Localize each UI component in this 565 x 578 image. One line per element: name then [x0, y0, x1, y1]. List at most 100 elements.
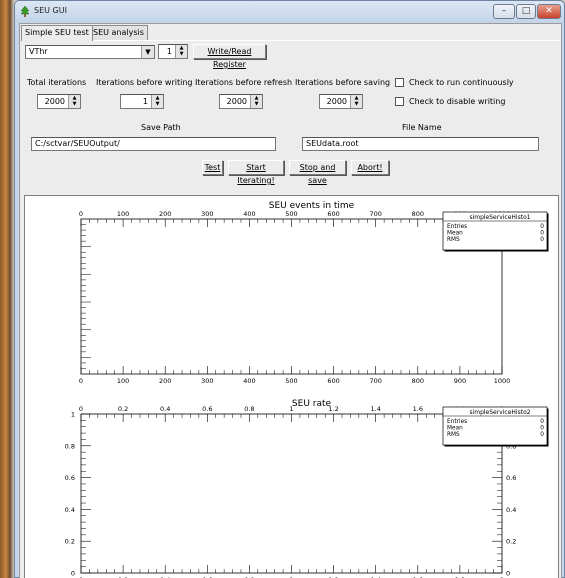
x-tick-label-top: 400	[243, 210, 255, 218]
y-tick-label: 0	[71, 570, 75, 578]
stats-row-value: 0	[540, 419, 544, 425]
stats-box: simpleServiceHisto2Entries 0 Mean 0 RMS 0	[442, 406, 549, 447]
y-tick-label: 0.2	[65, 538, 75, 546]
x-tick-label: 100	[117, 377, 129, 385]
y-tick-label: 0.4	[65, 506, 75, 514]
app-window: SEU GUI – □ ✕ Simple SEU test SEU analys…	[14, 0, 565, 578]
histogram-2: SEU rate000.20.20.40.40.60.60.80.8111.21…	[65, 399, 549, 578]
histogram-canvas: SEU events in time0010010020020030030040…	[65, 201, 549, 578]
y-tick-label-right: 0.2	[506, 538, 516, 546]
register-spin[interactable]: 1 ▲ ▼	[158, 44, 188, 59]
x-tick-label-top: 0	[79, 210, 83, 218]
x-tick-label-top: 1	[289, 405, 293, 413]
root-canvas[interactable]: SEU events in time 0 0 100 100 200 200 300 300 40…	[24, 195, 559, 578]
x-tick-label-top: 100	[117, 210, 129, 218]
stats-row-value: 0	[540, 426, 544, 432]
total-iterations-label: Total iterations	[27, 78, 87, 87]
iter-before-saving-spin[interactable]: 2000 ▲ ▼	[319, 94, 363, 109]
x-tick-label: 600	[327, 377, 339, 385]
register-spin-value: 1	[166, 47, 172, 56]
x-tick-label-top: 1.2	[328, 405, 338, 413]
histogram-frame	[80, 218, 503, 375]
x-tick-label: 400	[243, 377, 255, 385]
histogram-title: SEU events in time	[269, 201, 355, 211]
run-continuously-checkbox[interactable]	[395, 78, 404, 87]
x-tick-label: 200	[159, 377, 171, 385]
stats-row-label: Mean	[447, 231, 463, 237]
test-button[interactable]: Test	[202, 160, 223, 175]
stats-row-label: Mean	[447, 426, 463, 432]
iter-before-writing-label: Iterations before writing	[96, 78, 193, 87]
stats-row-label: RMS	[447, 237, 460, 243]
x-tick-label-top: 800	[412, 210, 424, 218]
x-tick-label-top: 600	[327, 210, 339, 218]
y-tick-label-right: 0.6	[506, 474, 516, 482]
x-tick-label-top: 1.4	[371, 405, 381, 413]
y-tick-label-right: 0	[506, 570, 510, 578]
stats-row-value: 0	[540, 432, 544, 438]
stats-row-label: RMS	[447, 432, 460, 438]
y-tick-label: 1	[71, 411, 75, 419]
simple-seu-test-panel: VThr ▼ 1 ▲ ▼ Write/Read Register Total it…	[21, 40, 560, 578]
x-tick-label-top: 0.6	[202, 405, 212, 413]
save-path-label: Save Path	[141, 123, 181, 132]
client-area: Simple SEU test SEU analysis VThr ▼ 1 ▲ ▼…	[19, 23, 562, 578]
stats-row-value: 0	[540, 224, 544, 230]
x-tick-label-top: 200	[159, 210, 171, 218]
save-path-input[interactable]: C:/sctvar/SEUOutput/	[31, 137, 276, 151]
iter-before-refresh-spin[interactable]: 2000 ▲ ▼	[219, 94, 263, 109]
app-tree-icon	[20, 5, 30, 17]
x-tick-label-top: 0	[79, 405, 83, 413]
maximize-button[interactable]: □	[516, 4, 536, 19]
start-iterating-button[interactable]: Start Iterating!	[228, 160, 284, 185]
x-tick-label: 900	[454, 377, 466, 385]
chevron-down-icon[interactable]: ▼	[141, 46, 154, 58]
x-tick-label-top: 0.4	[160, 405, 170, 413]
x-tick-label-top: 1.6	[413, 405, 423, 413]
y-tick-label: 0.6	[65, 474, 75, 482]
histogram-1: SEU events in time0010010020020030030040…	[79, 201, 549, 385]
run-continuously-label: Check to run continuously	[409, 78, 514, 87]
register-select[interactable]: VThr ▼	[25, 45, 155, 59]
x-tick-label: 700	[369, 377, 381, 385]
stats-row-value: 0	[540, 231, 544, 237]
stats-box: simpleServiceHisto1Entries 0 Mean 0 RMS 0	[442, 211, 549, 252]
histogram-frame	[80, 413, 503, 574]
x-tick-label-top: 500	[285, 210, 297, 218]
iter-before-writing-spin[interactable]: 1 ▲ ▼	[120, 94, 164, 109]
spin-arrows-icon[interactable]: ▲ ▼	[350, 95, 362, 108]
title-bar[interactable]: SEU GUI – □ ✕	[15, 1, 564, 23]
write-read-register-button[interactable]: Write/Read Register	[193, 44, 266, 69]
stats-row-label: Entries	[447, 224, 467, 230]
window-title: SEU GUI	[34, 6, 67, 15]
disable-writing-label: Check to disable writing	[409, 97, 506, 106]
stop-and-save-button[interactable]: Stop and save	[289, 160, 346, 185]
iter-before-refresh-label: Iterations before refresh	[195, 78, 293, 87]
file-name-input[interactable]: SEUdata.root	[302, 137, 539, 151]
x-tick-label-top: 700	[369, 210, 381, 218]
stats-box-name: simpleServiceHisto1	[469, 214, 530, 221]
minimize-button[interactable]: –	[493, 4, 515, 19]
spin-arrows-icon[interactable]: ▲ ▼	[250, 95, 262, 108]
x-tick-label: 500	[285, 377, 297, 385]
stats-box-name: simpleServiceHisto2	[469, 409, 530, 416]
x-tick-label: 1000	[494, 377, 511, 385]
tab-seu-analysis[interactable]: SEU analysis	[89, 25, 148, 40]
register-select-value: VThr	[29, 47, 48, 56]
x-tick-label: 300	[201, 377, 213, 385]
total-iterations-spin[interactable]: 2000 ▲ ▼	[37, 94, 81, 109]
iter-before-saving-label: Iterations before saving	[295, 78, 391, 87]
spin-arrows-icon[interactable]: ▲ ▼	[175, 45, 187, 58]
spin-arrows-icon[interactable]: ▲ ▼	[151, 95, 163, 108]
disable-writing-checkbox[interactable]	[395, 97, 404, 106]
x-tick-label-top: 0.8	[244, 405, 254, 413]
stats-row-value: 0	[540, 237, 544, 243]
abort-button[interactable]: Abort!	[351, 160, 389, 175]
x-tick-label: 0	[79, 377, 83, 385]
spin-arrows-icon[interactable]: ▲ ▼	[68, 95, 80, 108]
x-tick-label-top: 0.2	[118, 405, 128, 413]
x-tick-label: 800	[412, 377, 424, 385]
close-button[interactable]: ✕	[537, 4, 561, 19]
file-name-label: File Name	[402, 123, 442, 132]
tab-simple-seu-test[interactable]: Simple SEU test	[21, 25, 93, 41]
